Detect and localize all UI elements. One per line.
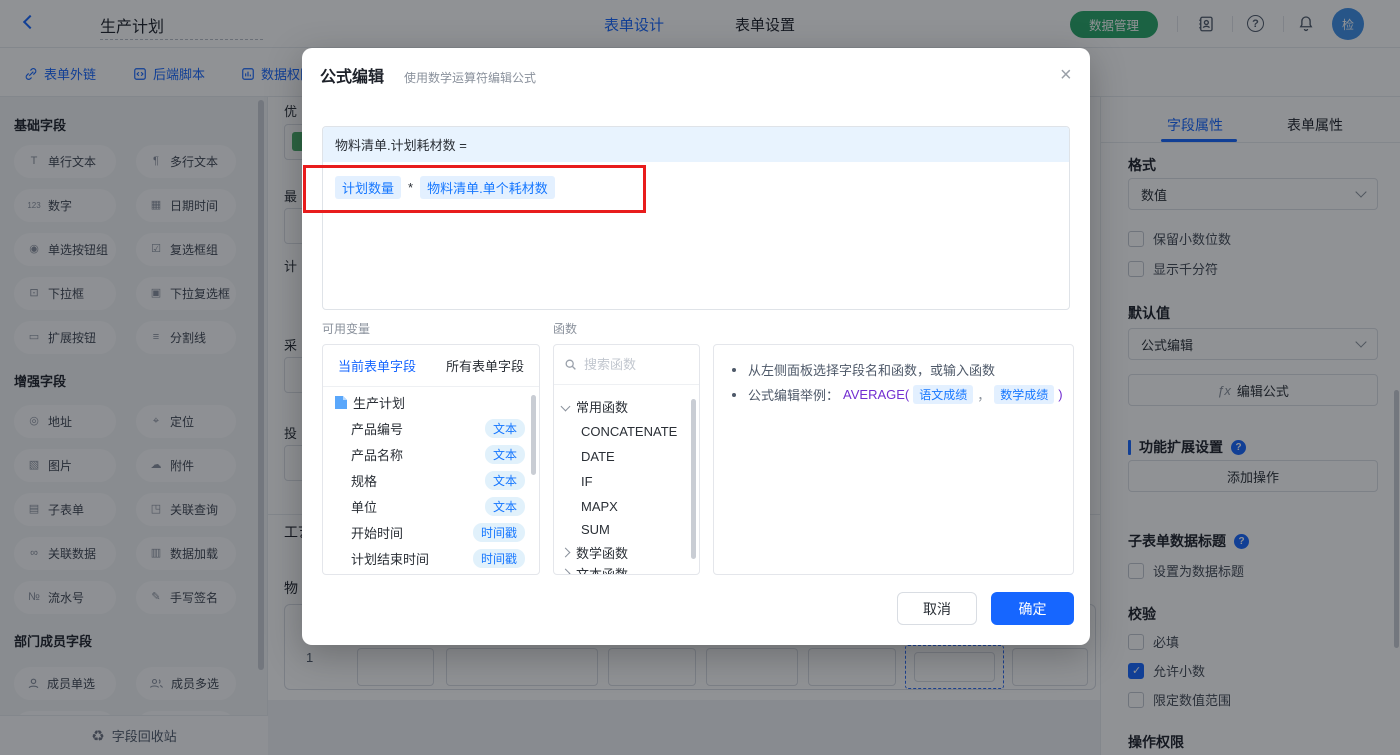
function-group-text[interactable]: 文本函数 — [554, 560, 699, 574]
field-type-badge: 时间戳 — [472, 548, 525, 568]
variable-field-row[interactable]: 单位 文本 — [323, 493, 539, 519]
tree-root-form[interactable]: 生产计划 — [323, 389, 539, 415]
search-icon — [565, 359, 576, 370]
field-type-badge: 文本 — [484, 470, 525, 490]
function-item[interactable]: IF — [554, 468, 699, 494]
field-type-badge: 文本 — [484, 496, 525, 516]
annotation-red-box — [303, 165, 646, 213]
field-type-badge: 文本 — [484, 444, 525, 464]
variable-field-row[interactable]: 产品名称 文本 — [323, 441, 539, 467]
tab-current-form-fields[interactable]: 当前表单字段 — [323, 345, 431, 386]
variables-panel: 当前表单字段 所有表单字段 生产计划 产品编号 文本 产品名称 文本 规格 文本 单位… — [322, 344, 540, 575]
field-type-badge: 时间戳 — [472, 522, 525, 542]
function-group-common[interactable]: 常用函数 — [554, 393, 699, 419]
bullet-icon — [732, 392, 736, 397]
variable-field-row[interactable]: 规格 文本 — [323, 467, 539, 493]
function-search-input[interactable] — [584, 357, 684, 372]
help-line-2: 公式编辑举例： AVERAGE( 语文成绩 ， 数学成绩 ) — [732, 385, 1063, 404]
functions-scrollbar[interactable] — [691, 399, 696, 559]
function-name-example: AVERAGE( — [843, 387, 910, 402]
function-item[interactable]: CONCATENATE — [554, 418, 699, 444]
variable-field-row[interactable]: 开始时间 时间戳 — [323, 519, 539, 545]
form-doc-icon — [335, 395, 347, 409]
form-designer-app: 生产计划 表单设计 表单设置 数据管理 ? 检 表单外链 后端脚本 数据权限 预… — [0, 0, 1400, 755]
formula-target: 物料清单.计划耗材数 = — [323, 127, 1069, 162]
close-icon[interactable]: × — [1060, 65, 1072, 85]
field-token-example: 语文成绩 — [913, 385, 974, 404]
confirm-button[interactable]: 确定 — [991, 592, 1074, 625]
modal-title: 公式编辑 — [320, 69, 385, 86]
chevron-right-icon — [560, 568, 571, 574]
functions-label: 函数 — [553, 322, 578, 336]
tab-all-form-fields[interactable]: 所有表单字段 — [431, 345, 539, 386]
chevron-down-icon — [560, 401, 571, 411]
formula-editor-modal: 公式编辑 使用数学运算符编辑公式 × 物料清单.计划耗材数 = 计划数量 * 物… — [302, 48, 1090, 645]
field-token-example: 数学成绩 — [994, 385, 1055, 404]
chevron-right-icon — [560, 547, 571, 557]
function-item[interactable]: DATE — [554, 443, 699, 469]
formula-help-panel: 从左侧面板选择字段名和函数，或输入函数 公式编辑举例： AVERAGE( 语文成… — [713, 344, 1074, 575]
functions-panel: 常用函数 CONCATENATE DATE IF MAPX SUM 数学函数 文… — [553, 344, 700, 575]
variable-field-row[interactable]: 计划结束时间 时间戳 — [323, 545, 539, 571]
variables-scrollbar[interactable] — [531, 395, 536, 475]
cancel-button[interactable]: 取消 — [897, 592, 977, 625]
help-line-1: 从左侧面板选择字段名和函数，或输入函数 — [732, 360, 995, 379]
bullet-icon — [732, 367, 736, 372]
function-search[interactable] — [554, 345, 699, 385]
variables-label: 可用变量 — [322, 322, 371, 336]
field-type-badge: 文本 — [484, 418, 525, 438]
variables-tabs: 当前表单字段 所有表单字段 — [323, 345, 539, 387]
variable-field-row[interactable]: 产品编号 文本 — [323, 415, 539, 441]
modal-subtitle: 使用数学运算符编辑公式 — [404, 71, 537, 85]
formula-editor[interactable]: 物料清单.计划耗材数 = 计划数量 * 物料清单.单个耗材数 — [322, 126, 1070, 310]
